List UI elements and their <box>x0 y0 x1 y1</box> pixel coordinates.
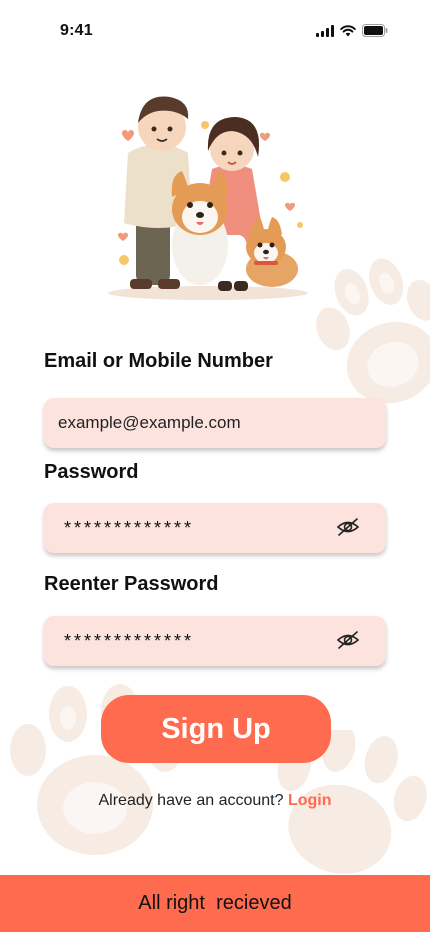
login-prompt-text: Already have an account? <box>98 792 288 809</box>
status-icons <box>316 24 388 37</box>
login-prompt: Already have an account? Login <box>0 792 430 810</box>
status-time: 9:41 <box>60 22 93 39</box>
footer-bar: All right recieved <box>0 875 430 932</box>
battery-icon <box>362 24 388 37</box>
password-value: ************* <box>64 517 195 538</box>
password-label: Password <box>44 461 139 483</box>
eye-slash-icon[interactable] <box>336 517 360 537</box>
eye-slash-icon[interactable] <box>336 630 360 650</box>
wifi-icon <box>340 24 356 37</box>
sign-up-button[interactable]: Sign Up <box>101 695 331 763</box>
password-field[interactable]: ************* <box>44 503 386 553</box>
footer-text: All right recieved <box>138 892 292 914</box>
reenter-password-label: Reenter Password <box>44 573 219 595</box>
login-link[interactable]: Login <box>288 792 332 809</box>
reenter-password-value: ************* <box>64 630 195 651</box>
status-bar: 9:41 <box>0 0 430 62</box>
email-field[interactable]: example@example.com <box>44 398 386 448</box>
signal-icon <box>316 24 334 37</box>
email-value: example@example.com <box>58 413 241 432</box>
couple-with-dogs-illustration <box>108 96 308 300</box>
email-label: Email or Mobile Number <box>44 350 273 372</box>
reenter-password-field[interactable]: ************* <box>44 616 386 666</box>
